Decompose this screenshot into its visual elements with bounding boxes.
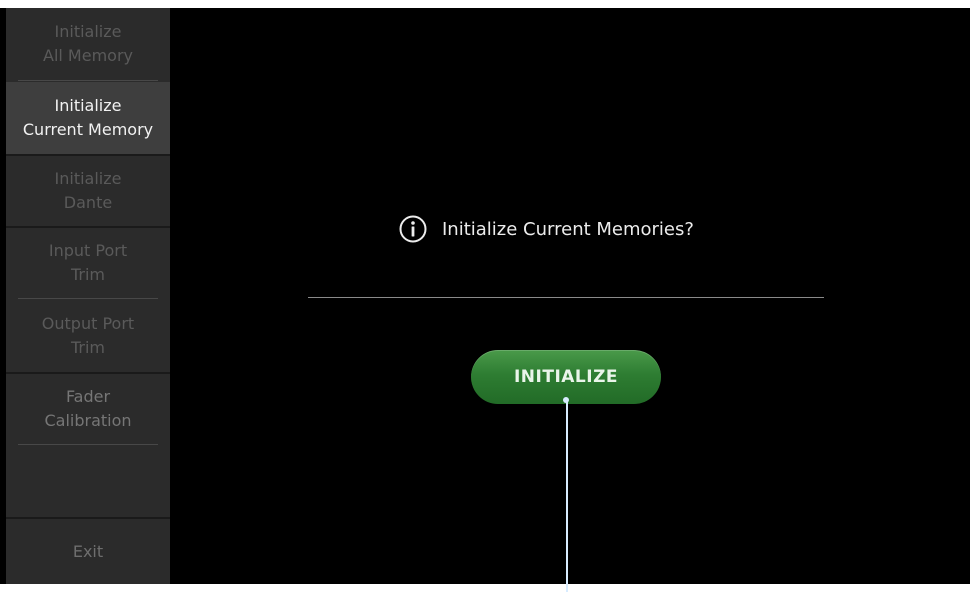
sidebar-item-label: Initialize xyxy=(54,96,122,115)
sidebar-item-label: Trim xyxy=(70,265,106,284)
sidebar-separator xyxy=(18,444,158,445)
sidebar-item-input-port-trim[interactable]: Input Port Trim xyxy=(6,228,170,298)
sidebar-item-fader-calibration[interactable]: Fader Calibration xyxy=(6,374,170,444)
initialize-button-label: INITIALIZE xyxy=(513,367,619,387)
sidebar-item-label: Input Port xyxy=(48,241,128,260)
sidebar-separator xyxy=(18,298,158,299)
sidebar-item-output-port-trim[interactable]: Output Port Trim xyxy=(6,300,170,372)
dialog-divider xyxy=(308,297,824,298)
sidebar-item-initialize-all-memory[interactable]: Initialize All Memory xyxy=(6,8,170,80)
sidebar-item-label: Initialize xyxy=(54,169,122,188)
sidebar-item-label: Output Port xyxy=(41,314,135,333)
sidebar-item-initialize-dante[interactable]: Initialize Dante xyxy=(6,156,170,226)
sidebar-item-label: All Memory xyxy=(43,46,133,65)
device-screen: Initialize All Memory Initialize Current… xyxy=(0,8,970,592)
callout-dot xyxy=(563,397,569,403)
sidebar-item-label: Calibration xyxy=(44,411,132,430)
sidebar-item-label: Current Memory xyxy=(22,120,154,139)
info-icon xyxy=(399,215,427,243)
exit-button[interactable]: Exit xyxy=(6,519,170,584)
confirm-message-text: Initialize Current Memories? xyxy=(442,218,694,240)
sidebar-menu: Initialize All Memory Initialize Current… xyxy=(6,8,170,584)
sidebar-item-label: Initialize xyxy=(54,22,122,41)
confirm-message: Initialize Current Memories? xyxy=(398,214,694,244)
sidebar-item-label: Dante xyxy=(63,193,113,212)
sidebar-separator xyxy=(18,80,158,81)
callout-line xyxy=(566,400,568,592)
sidebar-item-label: Fader xyxy=(65,387,111,406)
sidebar-item-label: Trim xyxy=(70,338,106,357)
exit-label: Exit xyxy=(72,541,104,561)
initialize-button[interactable]: INITIALIZE xyxy=(471,350,661,404)
sidebar-item-initialize-current-memory[interactable]: Initialize Current Memory xyxy=(6,82,170,154)
